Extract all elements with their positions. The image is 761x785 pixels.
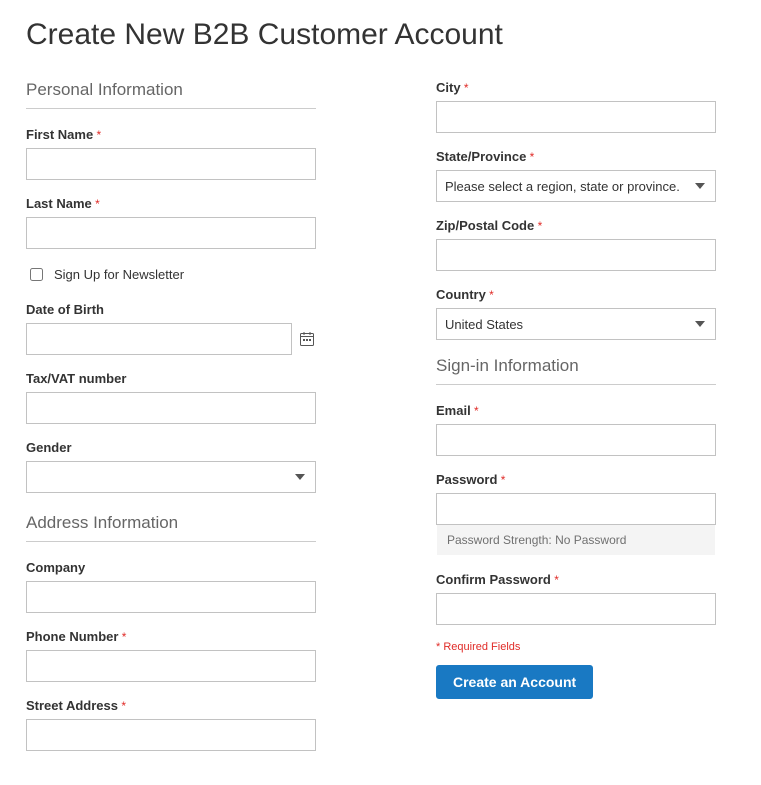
page-title: Create New B2B Customer Account: [26, 18, 735, 52]
label-dob: Date of Birth: [26, 302, 316, 317]
field-taxvat: Tax/VAT number: [26, 371, 316, 424]
field-zip: Zip/Postal Code: [436, 218, 716, 271]
required-fields-note: * Required Fields: [436, 641, 716, 653]
region-select[interactable]: Please select a region, state or provinc…: [436, 170, 716, 202]
country-select[interactable]: United States: [436, 308, 716, 340]
field-region: State/Province Please select a region, s…: [436, 149, 716, 202]
field-confirm-password: Confirm Password: [436, 572, 716, 625]
field-password: Password Password Strength: No Password: [436, 472, 716, 556]
phone-input[interactable]: [26, 650, 316, 682]
label-phone: Phone Number: [26, 629, 316, 644]
label-email: Email: [436, 403, 716, 418]
label-last-name: Last Name: [26, 196, 316, 211]
label-city: City: [436, 80, 716, 95]
label-taxvat: Tax/VAT number: [26, 371, 316, 386]
gender-select[interactable]: [26, 461, 316, 493]
field-phone: Phone Number: [26, 629, 316, 682]
street-input[interactable]: [26, 719, 316, 751]
field-last-name: Last Name: [26, 196, 316, 249]
create-account-button[interactable]: Create an Account: [436, 665, 593, 699]
password-strength-prefix: Password Strength:: [447, 533, 552, 547]
field-email: Email: [436, 403, 716, 456]
newsletter-row: Sign Up for Newsletter: [26, 265, 316, 284]
label-country: Country: [436, 287, 716, 302]
label-confirm-password: Confirm Password: [436, 572, 716, 587]
label-gender: Gender: [26, 440, 316, 455]
company-input[interactable]: [26, 581, 316, 613]
label-first-name: First Name: [26, 127, 316, 142]
zip-input[interactable]: [436, 239, 716, 271]
email-input[interactable]: [436, 424, 716, 456]
label-company: Company: [26, 560, 316, 575]
field-company: Company: [26, 560, 316, 613]
first-name-input[interactable]: [26, 148, 316, 180]
dob-input[interactable]: [26, 323, 292, 355]
password-input[interactable]: [436, 493, 716, 525]
password-strength-meter: Password Strength: No Password: [436, 524, 716, 556]
calendar-icon[interactable]: [298, 330, 316, 348]
label-password: Password: [436, 472, 716, 487]
confirm-password-input[interactable]: [436, 593, 716, 625]
field-street: Street Address: [26, 698, 316, 751]
field-country: Country United States: [436, 287, 716, 340]
taxvat-input[interactable]: [26, 392, 316, 424]
password-strength-value: No Password: [555, 533, 626, 547]
field-city: City: [436, 80, 716, 133]
last-name-input[interactable]: [26, 217, 316, 249]
label-street: Street Address: [26, 698, 316, 713]
section-signin-legend: Sign-in Information: [436, 356, 716, 385]
field-dob: Date of Birth: [26, 302, 316, 355]
field-gender: Gender: [26, 440, 316, 493]
section-address-legend: Address Information: [26, 513, 316, 542]
newsletter-label: Sign Up for Newsletter: [54, 267, 184, 282]
section-personal-legend: Personal Information: [26, 80, 316, 109]
label-zip: Zip/Postal Code: [436, 218, 716, 233]
label-region: State/Province: [436, 149, 716, 164]
field-first-name: First Name: [26, 127, 316, 180]
city-input[interactable]: [436, 101, 716, 133]
newsletter-checkbox[interactable]: [30, 268, 43, 281]
